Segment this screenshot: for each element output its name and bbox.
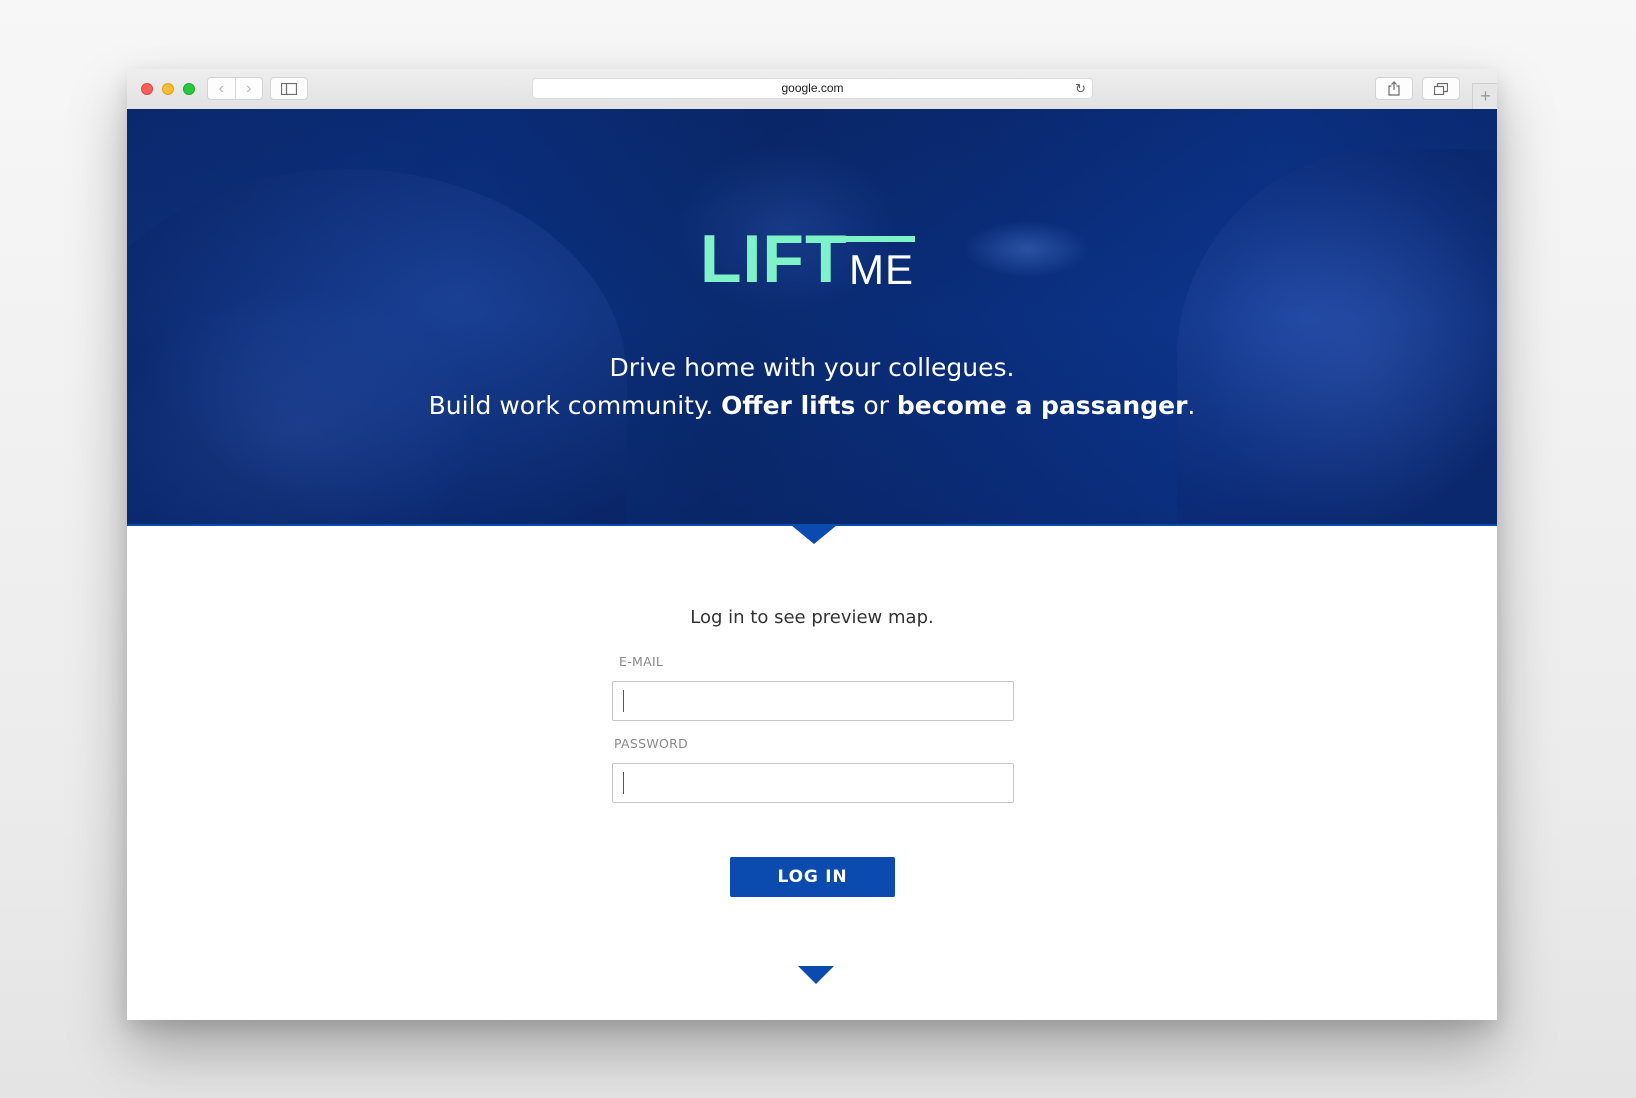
address-bar[interactable]: google.com ↻ bbox=[532, 78, 1093, 99]
address-text: google.com bbox=[781, 81, 844, 95]
forward-button[interactable]: › bbox=[236, 78, 263, 99]
chevron-right-icon: › bbox=[246, 79, 252, 97]
hero-overlay bbox=[127, 109, 1497, 525]
close-window-button[interactable] bbox=[141, 83, 153, 95]
share-button[interactable] bbox=[1375, 77, 1413, 100]
login-section: Log in to see preview map. E-MAIL PASSWO… bbox=[127, 526, 1497, 1020]
browser-window: ‹ › google.com ↻ + LIFT ME Drive home wi… bbox=[127, 69, 1497, 1020]
plus-icon: + bbox=[1480, 86, 1491, 106]
logo-bar bbox=[833, 236, 915, 242]
sidebar-toggle-button[interactable] bbox=[270, 77, 308, 100]
tab-overview-button[interactable] bbox=[1422, 77, 1460, 100]
tagline-line-2: Build work community. Offer lifts or bec… bbox=[127, 387, 1497, 425]
tabs-icon bbox=[1434, 82, 1448, 95]
reload-icon[interactable]: ↻ bbox=[1075, 79, 1086, 98]
liftme-logo: LIFT ME bbox=[700, 225, 920, 293]
tagline-text: or bbox=[855, 391, 897, 420]
tagline-text: . bbox=[1187, 391, 1196, 420]
zoom-window-button[interactable] bbox=[183, 83, 195, 95]
hero-tagline: Drive home with your collegues. Build wo… bbox=[127, 349, 1497, 425]
tagline-offer-lifts: Offer lifts bbox=[721, 391, 856, 420]
logo-me-text: ME bbox=[849, 246, 914, 293]
login-prompt: Log in to see preview map. bbox=[690, 607, 934, 628]
tagline-text: Build work community. bbox=[428, 391, 722, 420]
logo-lift-text: LIFT bbox=[700, 221, 848, 297]
minimize-window-button[interactable] bbox=[162, 83, 174, 95]
history-nav: ‹ › bbox=[207, 77, 263, 100]
sidebar-icon bbox=[281, 82, 297, 95]
back-button[interactable]: ‹ bbox=[208, 78, 236, 99]
hero-banner: LIFT ME Drive home with your collegues. … bbox=[127, 109, 1497, 525]
scroll-down-arrow-icon[interactable] bbox=[798, 966, 834, 984]
login-button[interactable]: LOG IN bbox=[730, 857, 895, 897]
text-cursor bbox=[623, 772, 624, 794]
tagline-line-1: Drive home with your collegues. bbox=[609, 353, 1015, 382]
email-label: E-MAIL bbox=[619, 654, 664, 669]
chevron-left-icon: ‹ bbox=[218, 79, 224, 97]
password-label: PASSWORD bbox=[614, 736, 689, 751]
email-field[interactable] bbox=[612, 681, 1014, 721]
browser-toolbar: ‹ › google.com ↻ + bbox=[127, 69, 1497, 110]
share-icon bbox=[1388, 81, 1400, 96]
tagline-become-passenger: become a passanger bbox=[896, 391, 1188, 420]
new-tab-button[interactable]: + bbox=[1472, 83, 1497, 110]
password-field[interactable] bbox=[612, 763, 1014, 803]
text-cursor bbox=[623, 690, 624, 712]
